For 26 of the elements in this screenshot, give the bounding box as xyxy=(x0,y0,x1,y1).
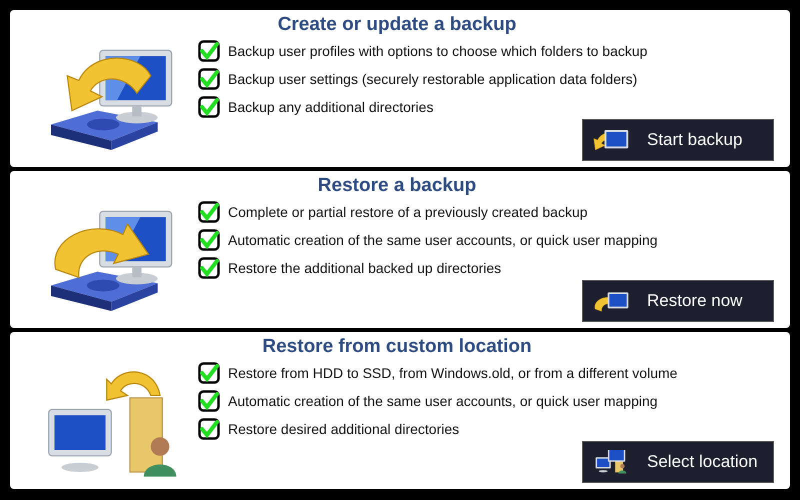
feature-text: Complete or partial restore of a previously created backup xyxy=(228,204,588,220)
section-title: Restore a backup xyxy=(318,175,476,197)
feature-text: Restore desired additional directories xyxy=(228,421,460,437)
checkbox[interactable] xyxy=(198,257,220,279)
action-button[interactable]: Start backup xyxy=(582,119,774,161)
checkbox[interactable] xyxy=(198,40,220,62)
feature-text: Backup user settings (securely restorable application data folders) xyxy=(228,71,638,87)
checkbox[interactable] xyxy=(198,418,220,440)
computer-arrow-icon xyxy=(593,128,629,152)
checkbox[interactable] xyxy=(198,390,220,412)
checkbox[interactable] xyxy=(198,96,220,118)
section-title: Create or update a backup xyxy=(278,14,516,36)
checkbox[interactable] xyxy=(198,201,220,223)
checkbox[interactable] xyxy=(198,362,220,384)
action-button[interactable]: Restore now xyxy=(582,280,774,322)
section-title: Restore from custom location xyxy=(262,336,532,358)
computer-arrow-icon xyxy=(593,450,629,474)
feature-text: Backup any additional directories xyxy=(228,99,434,115)
feature-text: Automatic creation of the same user accounts, or quick user mapping xyxy=(228,393,658,409)
feature-text: Backup user profiles with options to choose which folders to backup xyxy=(228,43,648,59)
feature-text: Restore from HDD to SSD, from Windows.old, or from a different volume xyxy=(228,365,678,381)
feature-text: Restore the additional backed up directories xyxy=(228,260,502,276)
checkbox[interactable] xyxy=(198,68,220,90)
action-button[interactable]: Select location xyxy=(582,441,774,483)
checkbox[interactable] xyxy=(198,229,220,251)
feature-text: Automatic creation of the same user accounts, or quick user mapping xyxy=(228,232,658,248)
